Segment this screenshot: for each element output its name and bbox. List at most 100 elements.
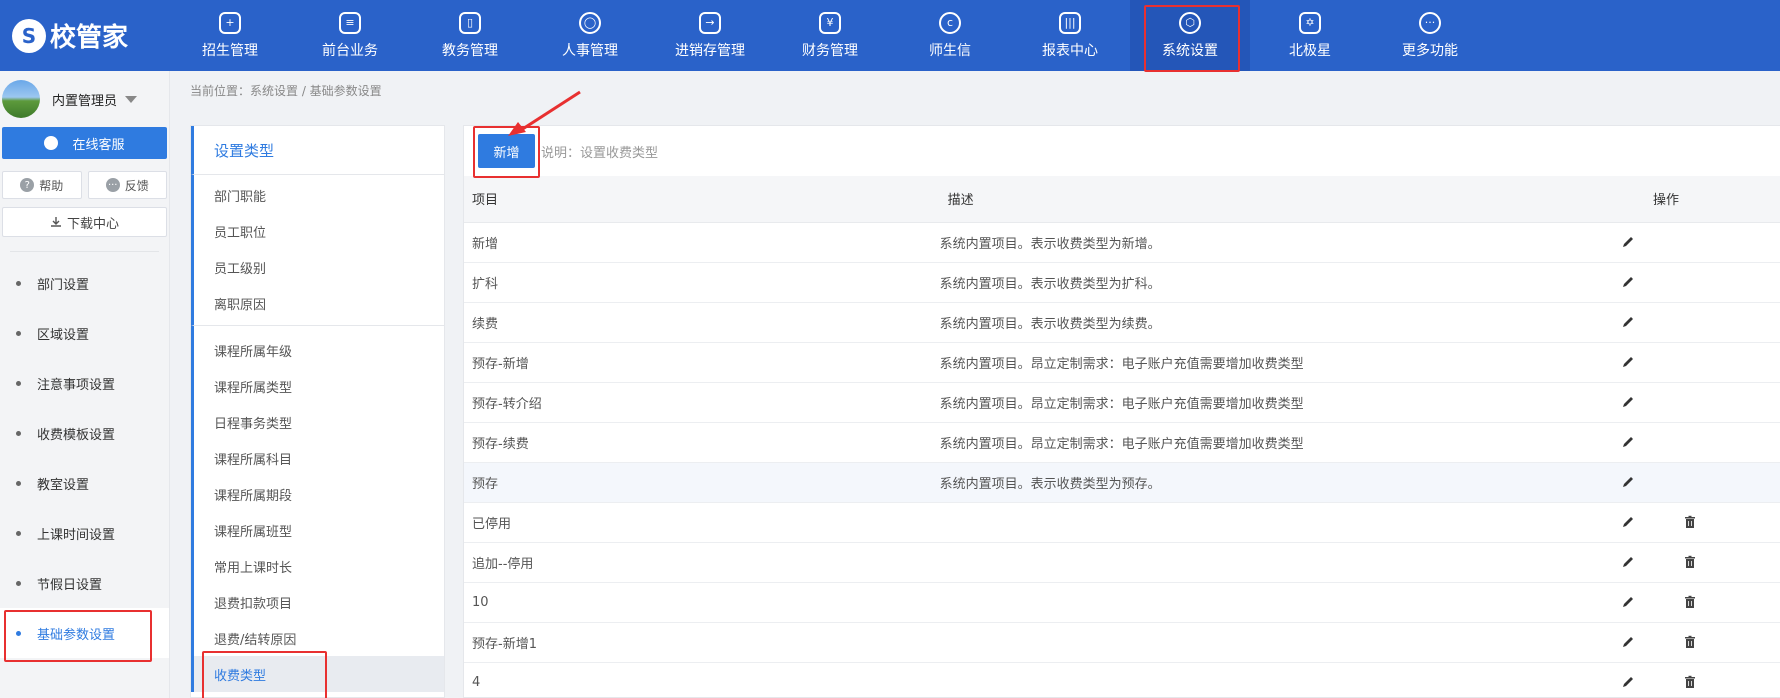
inventory-icon: → (699, 11, 721, 34)
column-header-ops: 操作 (1621, 176, 1780, 223)
nav-item-chat[interactable]: c 师生信 (890, 0, 1010, 71)
sidebar-item[interactable]: 节假日设置 (0, 558, 169, 608)
type-item[interactable]: 常用上课时长 (194, 548, 444, 584)
nav-item-inventory[interactable]: → 进销存管理 (650, 0, 770, 71)
cell-item: 10 (464, 582, 940, 623)
nav-item-user-add[interactable]: + 招生管理 (170, 0, 290, 71)
nav-item-desk[interactable]: ≡ 前台业务 (290, 0, 410, 71)
settings-type-panel: 设置类型 部门职能 员工职位 员工级别 离职原因 课程所属年级 课程所属类型 日程事务类型… (190, 125, 445, 698)
row-actions (1621, 355, 1780, 369)
row-actions (1621, 315, 1780, 329)
cell-desc (939, 662, 1622, 698)
trash-icon[interactable] (1683, 675, 1697, 689)
annotation-arrow-icon (508, 90, 581, 136)
sidebar-item[interactable]: 教室设置 (0, 458, 169, 508)
download-center-button[interactable]: 下载中心 (2, 207, 167, 237)
type-item[interactable]: 日程事务类型 (194, 404, 444, 440)
sidebar-item[interactable]: 上课时间设置 (0, 508, 169, 558)
type-item[interactable]: 课程所属班型 (194, 512, 444, 548)
nav-item-star[interactable]: ✡ 北极星 (1250, 0, 1370, 71)
book-icon: ▯ (459, 11, 481, 34)
table-header-row: 项目 描述 操作 (464, 176, 1780, 223)
bullet-icon (16, 580, 21, 586)
type-item[interactable]: 部门职能 (194, 177, 444, 213)
cell-ops (1621, 382, 1780, 423)
toolbar: 新增 说明：设置收费类型 (464, 90, 1780, 178)
type-item[interactable]: 课程所属类型 (194, 368, 444, 404)
table-row: 4 (464, 662, 1780, 698)
nav-item-more[interactable]: ··· 更多功能 (1370, 0, 1490, 71)
edit-icon[interactable] (1621, 355, 1635, 369)
edit-icon[interactable] (1621, 435, 1635, 449)
edit-icon[interactable] (1621, 275, 1635, 289)
type-item[interactable]: 课程所属科目 (194, 440, 444, 476)
trash-icon[interactable] (1683, 515, 1697, 529)
edit-icon[interactable] (1621, 395, 1635, 409)
type-item[interactable]: 课程所属年级 (194, 332, 444, 368)
bullet-icon (16, 380, 21, 386)
main-panel: 新增 说明：设置收费类型 项目 描述 操作 新增 系统内置项目。表示收费类型为新增… (463, 90, 1780, 698)
type-group-staff: 部门职能 员工职位 员工级别 离职原因 (191, 175, 444, 326)
cell-ops (1621, 662, 1780, 698)
user-menu[interactable]: 内置管理员 (0, 71, 169, 127)
table-body: 新增 系统内置项目。表示收费类型为新增。 扩科 系统内置项目。表示收费类型为扩科。 续费… (464, 222, 1780, 698)
cell-desc: 系统内置项目。表示收费类型为续费。 (939, 302, 1622, 343)
row-actions (1621, 275, 1780, 289)
divider (10, 251, 159, 252)
edit-icon[interactable] (1621, 595, 1635, 609)
add-button[interactable]: 新增 (473, 126, 540, 178)
nav-item-gear[interactable]: ⬡ 系统设置 (1130, 0, 1250, 72)
type-item[interactable]: 收费类型 (194, 651, 444, 698)
edit-icon[interactable] (1621, 475, 1635, 489)
table-row: 预存-续费 系统内置项目。昂立定制需求：电子账户充值需要增加收费类型 (464, 422, 1780, 463)
sidebar-item[interactable]: 收费模板设置 (0, 408, 169, 458)
edit-icon[interactable] (1621, 515, 1635, 529)
table-row: 预存-新增1 (464, 622, 1780, 663)
table-row: 续费 系统内置项目。表示收费类型为续费。 (464, 302, 1780, 343)
edit-icon[interactable] (1621, 235, 1635, 249)
cell-ops (1621, 262, 1780, 303)
cell-desc: 系统内置项目。昂立定制需求：电子账户充值需要增加收费类型 (939, 342, 1622, 383)
type-item[interactable]: 离职原因 (194, 285, 444, 321)
cell-ops (1621, 222, 1780, 263)
trash-icon[interactable] (1683, 635, 1697, 649)
sidebar-item[interactable]: 区域设置 (0, 308, 169, 358)
edit-icon[interactable] (1621, 635, 1635, 649)
table-row: 扩科 系统内置项目。表示收费类型为扩科。 (464, 262, 1780, 303)
sidebar-item[interactable]: 部门设置 (0, 258, 169, 308)
online-service-button[interactable]: 在线客服 (2, 127, 167, 159)
cell-item: 预存 (464, 462, 940, 503)
nav-item-finance[interactable]: ¥ 财务管理 (770, 0, 890, 71)
table-row: 追加--停用 (464, 542, 1780, 583)
nav-item-label: 更多功能 (1402, 42, 1458, 59)
feedback-button[interactable]: ··· 反馈 (87, 171, 167, 199)
nav-item-label: 系统设置 (1162, 42, 1218, 59)
type-item[interactable]: 员工职位 (194, 213, 444, 249)
person-icon: ◯ (579, 11, 601, 34)
type-item[interactable]: 退费扣款项目 (194, 584, 444, 620)
nav-item-report[interactable]: ||| 报表中心 (1010, 0, 1130, 71)
edit-icon[interactable] (1621, 675, 1635, 689)
help-button[interactable]: ? 帮助 (2, 171, 82, 199)
nav-item-book[interactable]: ▯ 教务管理 (410, 0, 530, 71)
avatar (2, 80, 40, 118)
nav-item-label: 报表中心 (1042, 42, 1098, 59)
trash-icon[interactable] (1683, 595, 1697, 609)
type-item[interactable]: 课程所属期段 (194, 476, 444, 512)
trash-icon[interactable] (1683, 555, 1697, 569)
type-item[interactable]: 员工级别 (194, 249, 444, 285)
sidebar-menu: 部门设置区域设置注意事项设置 收费模板设置 教室设置 上课时间设置 节假日设置 基础参数设… (0, 258, 169, 662)
cell-desc (939, 502, 1622, 543)
sidebar-item-label: 区域设置 (37, 327, 90, 343)
nav-item-label: 师生信 (929, 42, 971, 59)
brand-logo[interactable]: S 校管家 (0, 0, 170, 71)
sidebar-item[interactable]: 注意事项设置 (0, 358, 169, 408)
nav-item-person[interactable]: ◯ 人事管理 (530, 0, 650, 71)
edit-icon[interactable] (1621, 555, 1635, 569)
row-actions (1621, 395, 1780, 409)
type-group-course: 课程所属年级 课程所属类型 日程事务类型 课程所属科目 课程所属期段 课程所属班型 常用上课… (191, 326, 444, 698)
cell-item: 追加--停用 (464, 542, 940, 583)
cell-desc: 系统内置项目。表示收费类型为新增。 (939, 222, 1622, 263)
edit-icon[interactable] (1621, 315, 1635, 329)
sidebar-item[interactable]: 基础参数设置 (0, 608, 169, 662)
